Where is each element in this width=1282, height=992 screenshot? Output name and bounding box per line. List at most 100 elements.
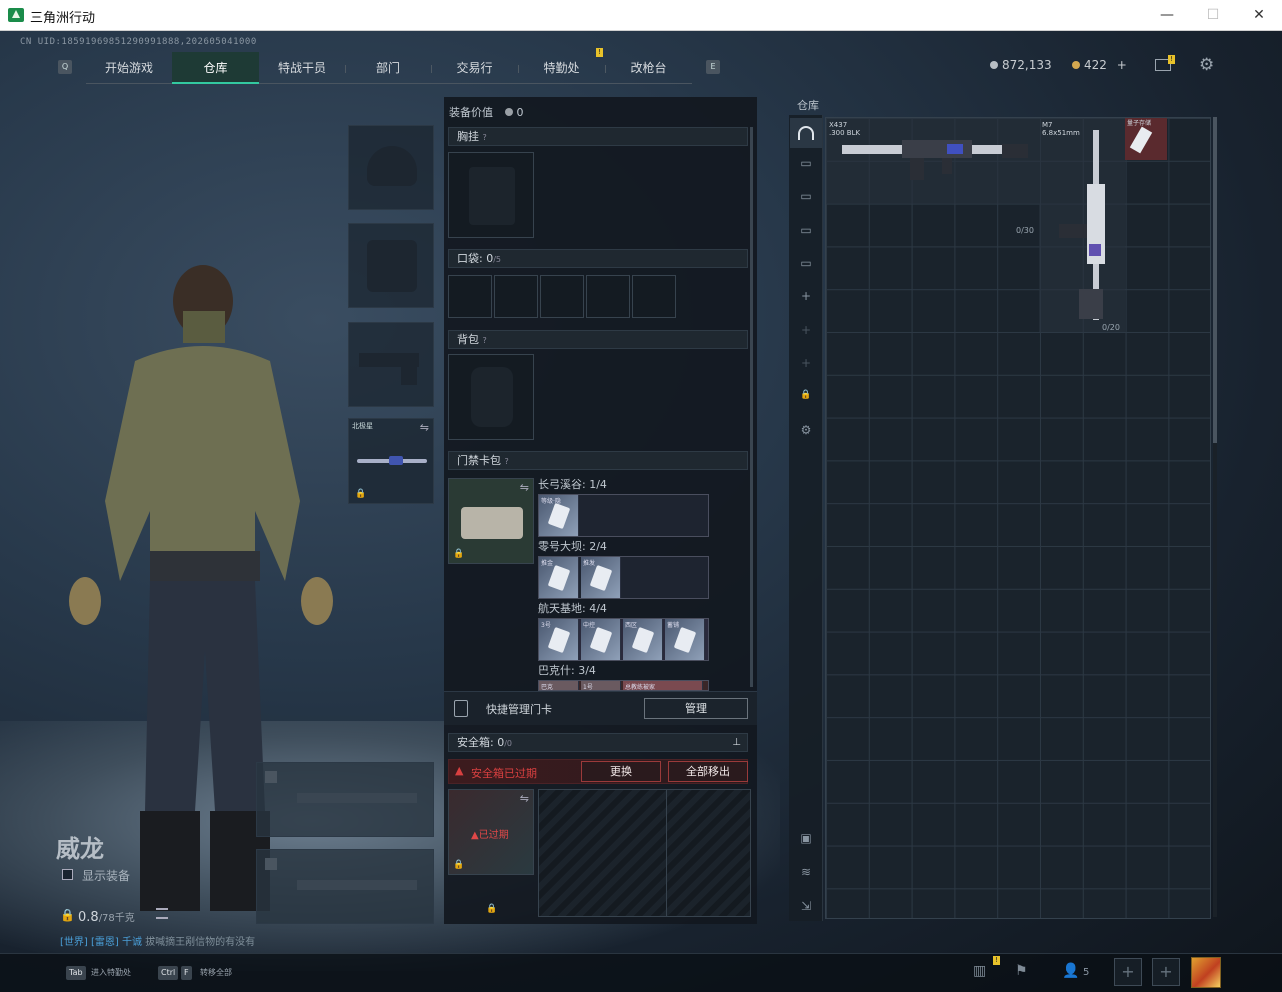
manage-button[interactable]: 管理: [644, 698, 748, 719]
keycard-item[interactable]: 3号: [539, 619, 579, 660]
melee-label: 北极星: [352, 422, 373, 430]
pocket-slot[interactable]: [586, 275, 630, 318]
keycard-bag-slot[interactable]: ⇋ 🔒: [448, 478, 534, 564]
warehouse-tab-all[interactable]: [790, 118, 822, 148]
notification-badge: !: [596, 48, 603, 57]
map-keycards-label: 航天基地: 4/4: [538, 602, 607, 615]
tab-special-ops[interactable]: 特勤处: [518, 52, 605, 84]
lock-icon: 🔒: [486, 904, 498, 914]
add-tab-icon[interactable]: +: [797, 289, 815, 303]
minimize-button[interactable]: —: [1144, 0, 1190, 31]
backpack-slot[interactable]: [448, 354, 534, 440]
pocket-slot[interactable]: [632, 275, 676, 318]
add-currency-button[interactable]: +: [1117, 58, 1127, 72]
tab-operators[interactable]: 特战干员: [259, 52, 345, 84]
armor-slot[interactable]: [348, 223, 434, 308]
pocket-slot[interactable]: [448, 275, 492, 318]
remove-all-button[interactable]: 全部移出: [668, 761, 748, 782]
user-uid: CN UID:18591969851290991888,202605041000: [20, 37, 257, 47]
friends-icon[interactable]: 👤: [1062, 963, 1079, 979]
pocket-slot[interactable]: [540, 275, 584, 318]
keycard-item[interactable]: 推发: [581, 557, 621, 598]
replace-safebox-button[interactable]: 更换: [581, 761, 661, 782]
mail-badge: !: [1168, 55, 1175, 64]
close-button[interactable]: ✕: [1236, 0, 1282, 31]
swap-icon[interactable]: ⇋: [520, 481, 529, 494]
pistol-slot[interactable]: [348, 322, 434, 407]
stats-chart-icon[interactable]: ▥: [973, 963, 986, 979]
chest-rig-slot[interactable]: [448, 152, 534, 238]
sort-icon[interactable]: ▣: [797, 831, 815, 845]
tab-warehouse[interactable]: 仓库: [172, 52, 259, 84]
transfer-icon[interactable]: ⇲: [797, 899, 815, 913]
warehouse-item-quantum-storage[interactable]: 量子存储: [1125, 118, 1167, 160]
keycard-item[interactable]: 等级·隐: [539, 495, 579, 536]
keycard-item[interactable]: 巴克: [539, 681, 579, 690]
coin-icon: [990, 61, 998, 69]
warehouse-tab-icon[interactable]: ▭: [797, 256, 815, 270]
tab-key-label[interactable]: 进入特勤处: [91, 967, 131, 978]
carry-weight: 0.8/78千克: [78, 910, 135, 925]
ticket-balance: 422 +: [1072, 58, 1127, 72]
safebox-header: 安全箱: 0/0 ⊥: [448, 733, 748, 752]
keycard-item[interactable]: 推金: [539, 557, 579, 598]
primary-weapon-slot-1[interactable]: [256, 762, 434, 837]
tab-department[interactable]: 部门: [345, 52, 431, 84]
window-titlebar: 三角洲行动 — ☐ ✕: [0, 0, 1282, 31]
nav-next-key[interactable]: E: [706, 60, 720, 74]
tab-start-game[interactable]: 开始游戏: [86, 52, 172, 84]
weight-lock-icon: 🔒: [60, 908, 75, 922]
warehouse-item-m7[interactable]: M7 6.8x51mm 0/20: [1039, 118, 1125, 332]
bottom-bar: Tab 进入特勤处 Ctrl F 转移全部 ▥ ! ⚑ 👤 5 + +: [0, 953, 1282, 992]
map-keycard-row: 等级·隐: [538, 494, 709, 537]
safebox-grid[interactable]: [538, 789, 751, 917]
layers-icon[interactable]: ≋: [797, 865, 815, 879]
settings-icon[interactable]: ⚙: [797, 423, 815, 437]
invite-slot-button[interactable]: +: [1152, 958, 1180, 986]
helmet-slot[interactable]: [348, 125, 434, 210]
list-icon[interactable]: [156, 908, 168, 919]
safebox-slot[interactable]: ⇋ ▲已过期 🔒: [448, 789, 534, 875]
map-keycards-label: 巴克什: 3/4: [538, 664, 596, 677]
flag-icon[interactable]: ⚑: [1015, 963, 1028, 979]
app-logo-icon: [8, 8, 24, 22]
warehouse-grid[interactable]: [825, 117, 1211, 919]
keycard-item[interactable]: 中控: [581, 619, 621, 660]
primary-weapon-slot-2[interactable]: [256, 849, 434, 924]
melee-slot[interactable]: 北极星 ⇋ 🔒: [348, 418, 434, 504]
swap-icon[interactable]: ⇋: [420, 421, 429, 434]
tab-key: Tab: [66, 966, 86, 980]
operator-name: 威龙: [56, 836, 104, 863]
window-title: 三角洲行动: [30, 11, 96, 26]
nav-prev-key[interactable]: Q: [58, 60, 72, 74]
lock-icon: 🔒: [355, 489, 367, 499]
ctrl-f-label[interactable]: 转移全部: [200, 967, 232, 978]
pin-icon[interactable]: ⊥: [732, 734, 741, 751]
tab-gunsmith[interactable]: 改枪台: [605, 52, 692, 84]
keycard-item[interactable]: 西区: [623, 619, 663, 660]
player-avatar[interactable]: [1191, 957, 1221, 988]
tab-trading[interactable]: 交易行: [431, 52, 518, 84]
loadout-scrollbar[interactable]: [750, 127, 753, 687]
rifle-m7-image: [1059, 130, 1105, 320]
add-tab-icon[interactable]: +: [797, 356, 815, 370]
invite-slot-button[interactable]: +: [1114, 958, 1142, 986]
warehouse-item-x437[interactable]: X437 .300 BLK 0/30: [826, 118, 1039, 235]
keycard-item[interactable]: 总教练被家: [623, 681, 703, 690]
show-equipment-label[interactable]: 显示装备: [82, 867, 130, 884]
keycard-item[interactable]: 1号: [581, 681, 621, 690]
swap-icon[interactable]: ⇋: [520, 792, 529, 805]
chest-rig-header: 胸挂 ?: [448, 127, 748, 146]
show-equipment-checkbox[interactable]: [62, 869, 73, 880]
keycard-item[interactable]: 蓄铺: [665, 619, 705, 660]
settings-gear-icon[interactable]: ⚙: [1199, 55, 1214, 75]
rifle-x437-image: [842, 140, 1028, 180]
warehouse-scroll-thumb[interactable]: [1213, 117, 1217, 443]
add-tab-icon[interactable]: +: [797, 323, 815, 337]
maximize-button[interactable]: ☐: [1190, 0, 1236, 31]
chat-hint: [世界] [雷恩] 千诚 拔喊摘王剐信物的有没有: [60, 937, 256, 948]
warehouse-tab-icon[interactable]: ▭: [797, 156, 815, 170]
pocket-slot[interactable]: [494, 275, 538, 318]
warehouse-tab-icon[interactable]: ▭: [797, 223, 815, 237]
warehouse-tab-icon[interactable]: ▭: [797, 189, 815, 203]
